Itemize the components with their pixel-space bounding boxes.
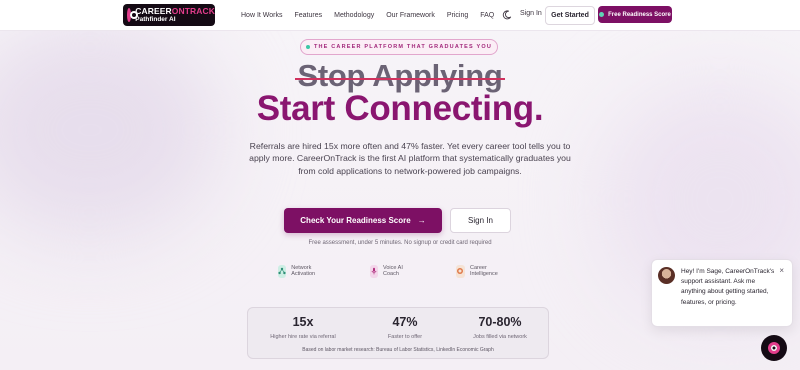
- feature-network-activation: Network Activation: [278, 264, 320, 278]
- hero-badge-text: THE CAREER PLATFORM THAT GRADUATES YOU: [313, 44, 493, 50]
- status-dot-icon: [599, 12, 605, 17]
- feature-label: Career Intelligence: [469, 265, 498, 277]
- feature-career-intelligence: Career Intelligence: [456, 264, 502, 278]
- feature-label: Network Activation: [291, 265, 316, 277]
- close-icon[interactable]: ×: [779, 266, 784, 275]
- background-blob-left: [0, 20, 220, 240]
- feature-label: Voice AI Coach: [383, 265, 403, 277]
- logo-title: CAREERONTRACK: [135, 6, 215, 16]
- stat-item: 15x Higher hire rate via referral: [253, 315, 353, 340]
- nav-links: How It Works Features Methodology Our Fr…: [241, 0, 506, 30]
- get-started-button[interactable]: Get Started: [545, 6, 595, 25]
- nav-link-features[interactable]: Features: [295, 12, 323, 19]
- stat-label: Jobs filled via network: [473, 334, 527, 340]
- stats-source-note: Based on labor market research: Bureau o…: [302, 347, 494, 353]
- stat-item: 47% Faster to offer: [355, 315, 455, 340]
- hero-badge: THE CAREER PLATFORM THAT GRADUATES YOU: [300, 39, 498, 55]
- network-icon: [278, 264, 287, 278]
- stat-value: 15x: [292, 315, 314, 329]
- stat-value: 47%: [392, 315, 418, 329]
- top-navigation: CAREERONTRACK Pathfinder AI How It Works…: [0, 0, 800, 31]
- stat-value: 70-80%: [478, 315, 522, 329]
- free-readiness-score-label: Free Readiness Score: [608, 11, 671, 18]
- nav-sign-in-link[interactable]: Sign In: [520, 10, 542, 17]
- logo-target-icon: [127, 8, 139, 22]
- target-icon: [456, 264, 465, 278]
- chat-launcher-button[interactable]: [761, 335, 787, 361]
- moon-icon[interactable]: [502, 10, 512, 20]
- chat-logo-icon: [768, 342, 780, 354]
- check-readiness-score-button[interactable]: Check Your Readiness Score →: [284, 208, 442, 233]
- chat-message: Hey! I'm Sage, CareerOnTrack's support a…: [681, 268, 775, 306]
- logo-text: CAREERONTRACK Pathfinder AI: [135, 7, 215, 23]
- stat-label: Faster to offer: [387, 334, 423, 340]
- main-headline: Start Connecting.: [256, 89, 544, 128]
- nav-link-our-framework[interactable]: Our Framework: [386, 12, 435, 19]
- microphone-icon: [370, 264, 378, 278]
- brand-logo[interactable]: CAREERONTRACK Pathfinder AI: [123, 4, 215, 26]
- stat-item: 70-80% Jobs filled via network: [450, 315, 550, 340]
- stat-label: Higher hire rate via referral: [270, 334, 336, 340]
- assistant-avatar: [658, 267, 675, 284]
- nav-link-methodology[interactable]: Methodology: [334, 12, 374, 19]
- free-readiness-score-button[interactable]: Free Readiness Score: [598, 6, 672, 23]
- logo-subtitle: Pathfinder AI: [135, 15, 176, 23]
- free-assessment-note: Free assessment, under 5 minutes. No sig…: [308, 240, 492, 246]
- nav-link-faq[interactable]: FAQ: [480, 12, 494, 19]
- support-chat-popup: Hey! I'm Sage, CareerOnTrack's support a…: [651, 259, 793, 327]
- check-readiness-score-label: Check Your Readiness Score: [300, 216, 411, 225]
- badge-dot-icon: [305, 45, 310, 49]
- stats-panel: 15x Higher hire rate via referral 47% Fa…: [247, 307, 549, 359]
- arrow-right-icon: →: [417, 216, 426, 225]
- nav-link-pricing[interactable]: Pricing: [447, 12, 468, 19]
- nav-link-how-it-works[interactable]: How It Works: [241, 12, 283, 19]
- hero-subtitle: Referrals are hired 15x more often and 4…: [249, 141, 571, 176]
- hero-sign-in-button[interactable]: Sign In: [450, 208, 511, 233]
- feature-voice-ai-coach: Voice AI Coach: [370, 264, 404, 278]
